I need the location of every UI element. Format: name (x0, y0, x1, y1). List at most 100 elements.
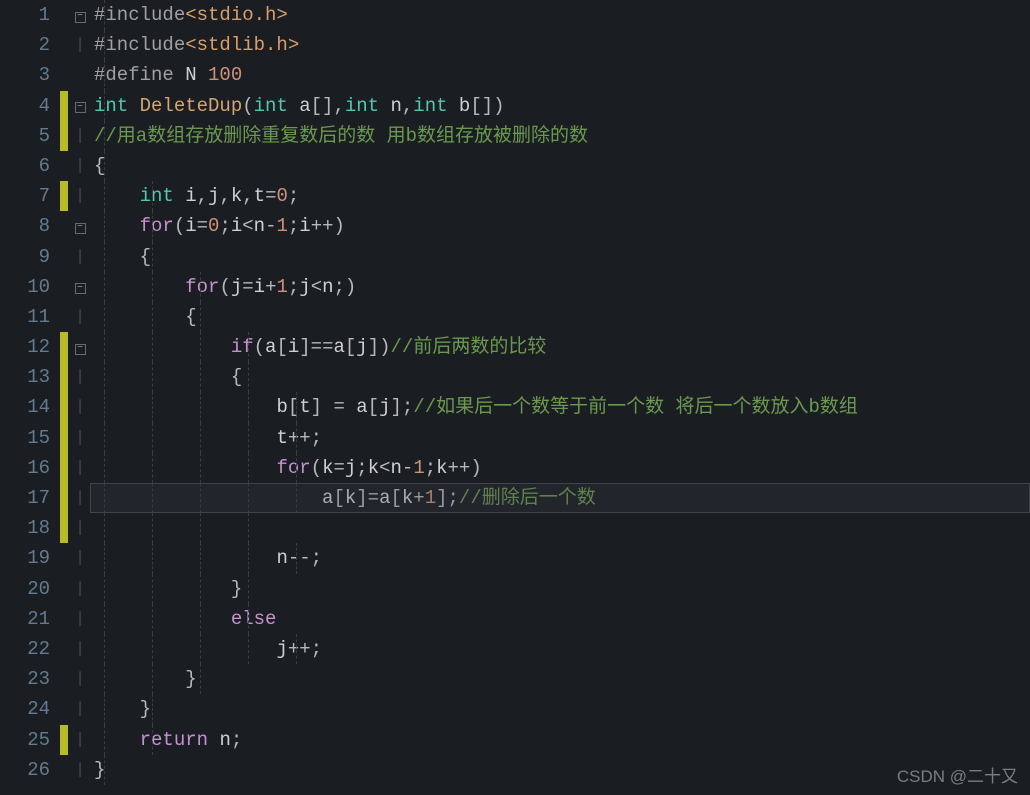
change-mark (60, 423, 68, 453)
token-id: j (208, 185, 219, 207)
fold-gutter[interactable]: −│−│││−│−│−││││││││││││││ (70, 0, 90, 795)
change-mark (60, 453, 68, 483)
code-line[interactable] (90, 513, 1030, 543)
token-op: ++) (311, 215, 345, 237)
code-line[interactable]: { (90, 242, 1030, 272)
change-mark (60, 513, 68, 543)
change-mark (60, 91, 68, 121)
token-op: } (140, 698, 151, 720)
code-area[interactable]: #include<stdio.h>#include<stdlib.h>#defi… (90, 0, 1030, 795)
line-number: 19 (0, 543, 50, 573)
token-op: = (265, 185, 276, 207)
token-id: a (333, 336, 344, 358)
code-line[interactable]: #include<stdlib.h> (90, 30, 1030, 60)
token-pp: #define (94, 64, 185, 86)
change-mark (60, 664, 70, 694)
line-number: 17 (0, 483, 50, 513)
change-mark (60, 302, 70, 332)
code-line[interactable]: int DeleteDup(int a[],int n,int b[]) (90, 91, 1030, 121)
token-kw-p: if (231, 336, 254, 358)
fold-toggle-icon[interactable]: − (70, 211, 90, 241)
code-line[interactable]: { (90, 302, 1030, 332)
line-number: 2 (0, 30, 50, 60)
code-line[interactable]: a[k]=a[k+1];//删除后一个数 (90, 483, 1030, 513)
code-line[interactable]: for(j=i+1;j<n;) (90, 272, 1030, 302)
code-line[interactable]: { (90, 362, 1030, 392)
token-num: 0 (208, 215, 219, 237)
token-id: j (276, 638, 287, 660)
fold-guide: │ (70, 725, 90, 755)
token-id: j (356, 336, 367, 358)
code-line[interactable]: return n; (90, 725, 1030, 755)
token-num: 1 (425, 487, 436, 509)
code-line[interactable]: t++; (90, 423, 1030, 453)
token-op: ;) (334, 276, 357, 298)
change-mark (60, 272, 70, 302)
code-line[interactable]: { (90, 151, 1030, 181)
change-mark (60, 362, 68, 392)
token-id: j (299, 276, 310, 298)
code-line[interactable]: } (90, 694, 1030, 724)
change-mark (60, 211, 70, 241)
token-kw-p: else (231, 608, 277, 630)
token-op: [ (333, 487, 344, 509)
code-line[interactable]: b[t] = a[j];//如果后一个数等于前一个数 将后一个数放入b数组 (90, 392, 1030, 422)
fold-empty (70, 60, 90, 90)
line-number: 18 (0, 513, 50, 543)
fold-toggle-icon[interactable]: − (70, 332, 90, 362)
token-op: < (311, 276, 322, 298)
change-mark (60, 181, 68, 211)
change-mark (60, 60, 70, 90)
token-id: a (322, 487, 333, 509)
code-line[interactable]: for(i=0;i<n-1;i++) (90, 211, 1030, 241)
line-number: 1 (0, 0, 50, 30)
token-num: 1 (413, 457, 424, 479)
token-pp: #include (94, 34, 185, 56)
token-cmt: //删除后一个数 (459, 487, 596, 509)
token-id: i (185, 215, 196, 237)
code-editor[interactable]: 1234567891011121314151617181920212223242… (0, 0, 1030, 795)
line-number: 23 (0, 664, 50, 694)
token-op: [ (276, 336, 287, 358)
token-op: ; (288, 276, 299, 298)
code-line[interactable]: } (90, 664, 1030, 694)
token-id: k (345, 487, 356, 509)
fold-guide: │ (70, 513, 90, 543)
token-op: ; (288, 215, 299, 237)
token-id: i (231, 215, 242, 237)
code-line[interactable]: for(k=j;k<n-1;k++) (90, 453, 1030, 483)
token-op: ++; (288, 638, 322, 660)
code-line[interactable]: n--; (90, 543, 1030, 573)
code-line[interactable]: if(a[i]==a[j])//前后两数的比较 (90, 332, 1030, 362)
fold-toggle-icon[interactable]: − (70, 0, 90, 30)
line-number: 20 (0, 574, 50, 604)
change-mark (60, 725, 68, 755)
code-line[interactable]: #include<stdio.h> (90, 0, 1030, 30)
fold-toggle-icon[interactable]: − (70, 91, 90, 121)
fold-guide: │ (70, 181, 90, 211)
code-line[interactable]: //用a数组存放删除重复数后的数 用b数组存放被删除的数 (90, 121, 1030, 151)
token-id: n (254, 215, 265, 237)
code-line[interactable]: } (90, 574, 1030, 604)
line-number: 10 (0, 272, 50, 302)
token-num: 0 (276, 185, 287, 207)
token-op: ; (231, 729, 242, 751)
code-line[interactable]: j++; (90, 634, 1030, 664)
code-line[interactable]: int i,j,k,t=0; (90, 181, 1030, 211)
token-op: ++) (448, 457, 482, 479)
token-kw-g: int (345, 95, 391, 117)
token-id: a (265, 336, 276, 358)
code-line[interactable]: else (90, 604, 1030, 634)
token-op: = (197, 215, 208, 237)
fold-toggle-icon[interactable]: − (70, 272, 90, 302)
line-number: 15 (0, 423, 50, 453)
code-line[interactable]: } (90, 755, 1030, 785)
token-op: ]= (356, 487, 379, 509)
code-line[interactable]: #define N 100 (90, 60, 1030, 90)
line-number: 12 (0, 332, 50, 362)
token-op: []) (470, 95, 504, 117)
token-op: ( (242, 95, 253, 117)
token-op: = (333, 457, 344, 479)
token-num: 1 (276, 215, 287, 237)
fold-guide: │ (70, 634, 90, 664)
